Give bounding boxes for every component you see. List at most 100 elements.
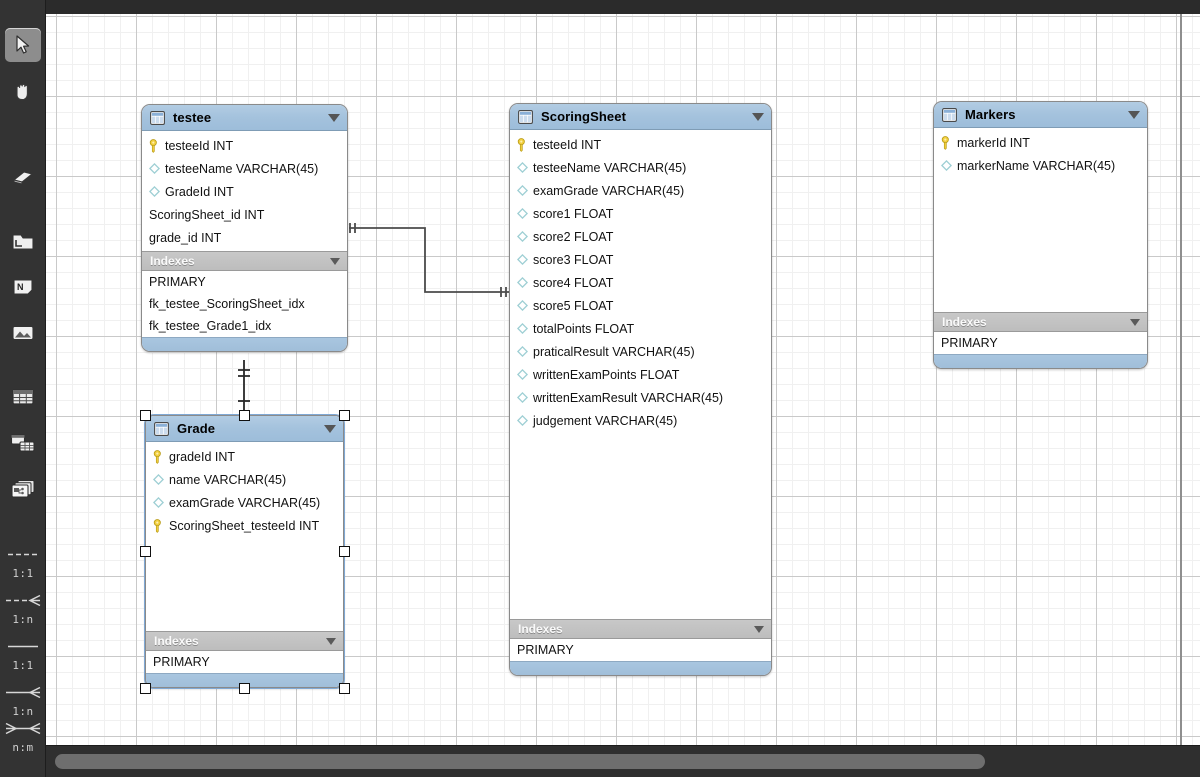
column-row[interactable]: score5 FLOAT (510, 294, 771, 317)
column-row[interactable]: score3 FLOAT (510, 248, 771, 271)
relationship-n-m[interactable]: n:m (0, 722, 46, 754)
table-testee[interactable]: testee testeeId INT testeeName VARCHAR(45)… (141, 104, 348, 352)
table-ScoringSheet[interactable]: ScoringSheet testeeId INT testeeName VARCH… (509, 103, 772, 676)
table-header-Markers[interactable]: Markers (934, 102, 1147, 128)
primary-key-icon (149, 138, 157, 153)
column-row[interactable]: markerName VARCHAR(45) (934, 154, 1147, 177)
column-row[interactable]: score2 FLOAT (510, 225, 771, 248)
column-diamond-icon (149, 163, 160, 174)
table-collapse-caret-ScoringSheet[interactable] (752, 112, 764, 121)
relationship-1-1-non-identifying[interactable]: 1:1 (0, 640, 46, 672)
new-table-icon (12, 389, 34, 405)
column-row[interactable]: writtenExamPoints FLOAT (510, 363, 771, 386)
pointer-tool[interactable] (5, 28, 41, 62)
column-row[interactable]: name VARCHAR(45) (146, 468, 343, 491)
resize-handle[interactable] (139, 409, 151, 421)
column-label: examGrade VARCHAR(45) (169, 495, 321, 510)
horizontal-scrollbar[interactable] (46, 745, 1200, 777)
table-header-testee[interactable]: testee (142, 105, 347, 131)
table-icon (942, 107, 957, 122)
table-Grade[interactable]: Grade gradeId INT name VARCHAR(45) examGrad… (145, 415, 344, 688)
table-footer-Markers (934, 354, 1147, 368)
table-collapse-caret-testee[interactable] (328, 113, 340, 122)
resize-handle[interactable] (338, 546, 350, 557)
column-row[interactable]: testeeName VARCHAR(45) (142, 157, 347, 180)
indexes-collapse-caret[interactable] (754, 625, 764, 633)
column-row[interactable]: gradeId INT (146, 445, 343, 468)
column-row[interactable]: ScoringSheet_id INT (142, 203, 347, 226)
column-row[interactable]: testeeId INT (510, 133, 771, 156)
image-tool[interactable] (5, 316, 41, 350)
resize-handle[interactable] (139, 546, 151, 557)
table-header-ScoringSheet[interactable]: ScoringSheet (510, 104, 771, 130)
index-row[interactable]: PRIMARY (146, 651, 343, 673)
eer-diagram-window: N 1:1 1:n 1:1 1:n n:m testee testeeId IN… (0, 0, 1200, 777)
relationship-1-n-identifying-label: 1:n (12, 613, 34, 626)
column-row[interactable]: examGrade VARCHAR(45) (146, 491, 343, 514)
table-columns-ScoringSheet: testeeId INT testeeName VARCHAR(45) examGr… (510, 130, 771, 619)
index-row[interactable]: fk_testee_ScoringSheet_idx (142, 293, 347, 315)
relationship-1-n-identifying[interactable]: 1:n (0, 594, 46, 626)
indexes-label: Indexes (942, 315, 987, 329)
horizontal-scrollbar-thumb[interactable] (55, 754, 985, 769)
new-table-tool[interactable] (5, 380, 41, 414)
column-row[interactable]: testeeId INT (142, 134, 347, 157)
new-routine-group-tool[interactable] (5, 472, 41, 506)
indexes-collapse-caret[interactable] (330, 257, 340, 265)
note-tool[interactable]: N (5, 270, 41, 304)
column-row[interactable]: GradeId INT (142, 180, 347, 203)
column-label: testeeName VARCHAR(45) (165, 161, 319, 176)
primary-key-icon (941, 135, 949, 150)
column-row[interactable]: score1 FLOAT (510, 202, 771, 225)
column-label: name VARCHAR(45) (169, 472, 287, 487)
index-row[interactable]: PRIMARY (142, 271, 347, 293)
new-routine-group-icon (11, 480, 35, 498)
column-diamond-icon (517, 162, 528, 173)
svg-text:N: N (17, 282, 24, 292)
hand-icon (16, 83, 28, 101)
indexes-collapse-caret[interactable] (326, 637, 336, 645)
column-row[interactable]: praticalResult VARCHAR(45) (510, 340, 771, 363)
indexes-bar-Markers[interactable]: Indexes (934, 312, 1147, 332)
column-label: testeeId INT (165, 138, 234, 153)
layer-tool[interactable] (5, 224, 41, 258)
indexes-bar-ScoringSheet[interactable]: Indexes (510, 619, 771, 639)
column-diamond-icon (153, 497, 164, 508)
resize-handle[interactable] (338, 682, 350, 694)
indexes-collapse-caret[interactable] (1130, 318, 1140, 326)
column-row[interactable]: testeeName VARCHAR(45) (510, 156, 771, 179)
table-collapse-caret-Markers[interactable] (1128, 110, 1140, 119)
table-columns-testee: testeeId INT testeeName VARCHAR(45) GradeI… (142, 131, 347, 251)
column-row[interactable]: judgement VARCHAR(45) (510, 409, 771, 432)
hand-tool[interactable] (5, 74, 41, 108)
relationship-1-1-identifying[interactable]: 1:1 (0, 548, 46, 580)
indexes-bar-Grade[interactable]: Indexes (146, 631, 343, 651)
relationship-1-n-non-identifying[interactable]: 1:n (0, 686, 46, 718)
index-row[interactable]: PRIMARY (934, 332, 1147, 354)
column-label: judgement VARCHAR(45) (533, 413, 678, 428)
resize-handle[interactable] (338, 409, 350, 421)
column-row[interactable]: totalPoints FLOAT (510, 317, 771, 340)
column-label: markerId INT (957, 135, 1030, 150)
table-Markers[interactable]: Markers markerId INT markerName VARCHAR(45… (933, 101, 1148, 369)
table-collapse-caret-Grade[interactable] (324, 424, 336, 433)
new-view-tool[interactable] (5, 426, 41, 460)
index-label: fk_testee_Grade1_idx (149, 319, 272, 333)
resize-handle[interactable] (139, 682, 151, 694)
column-diamond-icon (941, 160, 952, 171)
resize-handle[interactable] (239, 682, 250, 694)
column-row[interactable]: writtenExamResult VARCHAR(45) (510, 386, 771, 409)
column-label: ScoringSheet_id INT (149, 207, 265, 222)
indexes-list-ScoringSheet: PRIMARY (510, 639, 771, 661)
index-row[interactable]: PRIMARY (510, 639, 771, 661)
column-row[interactable]: grade_id INT (142, 226, 347, 249)
column-row[interactable]: ScoringSheet_testeeId INT (146, 514, 343, 537)
index-row[interactable]: fk_testee_Grade1_idx (142, 315, 347, 337)
column-row[interactable]: examGrade VARCHAR(45) (510, 179, 771, 202)
eraser-tool[interactable] (5, 160, 41, 194)
column-row[interactable]: score4 FLOAT (510, 271, 771, 294)
resize-handle[interactable] (239, 409, 250, 421)
column-row[interactable]: markerId INT (934, 131, 1147, 154)
eer-canvas[interactable]: testee testeeId INT testeeName VARCHAR(45)… (46, 14, 1200, 745)
indexes-bar-testee[interactable]: Indexes (142, 251, 347, 271)
